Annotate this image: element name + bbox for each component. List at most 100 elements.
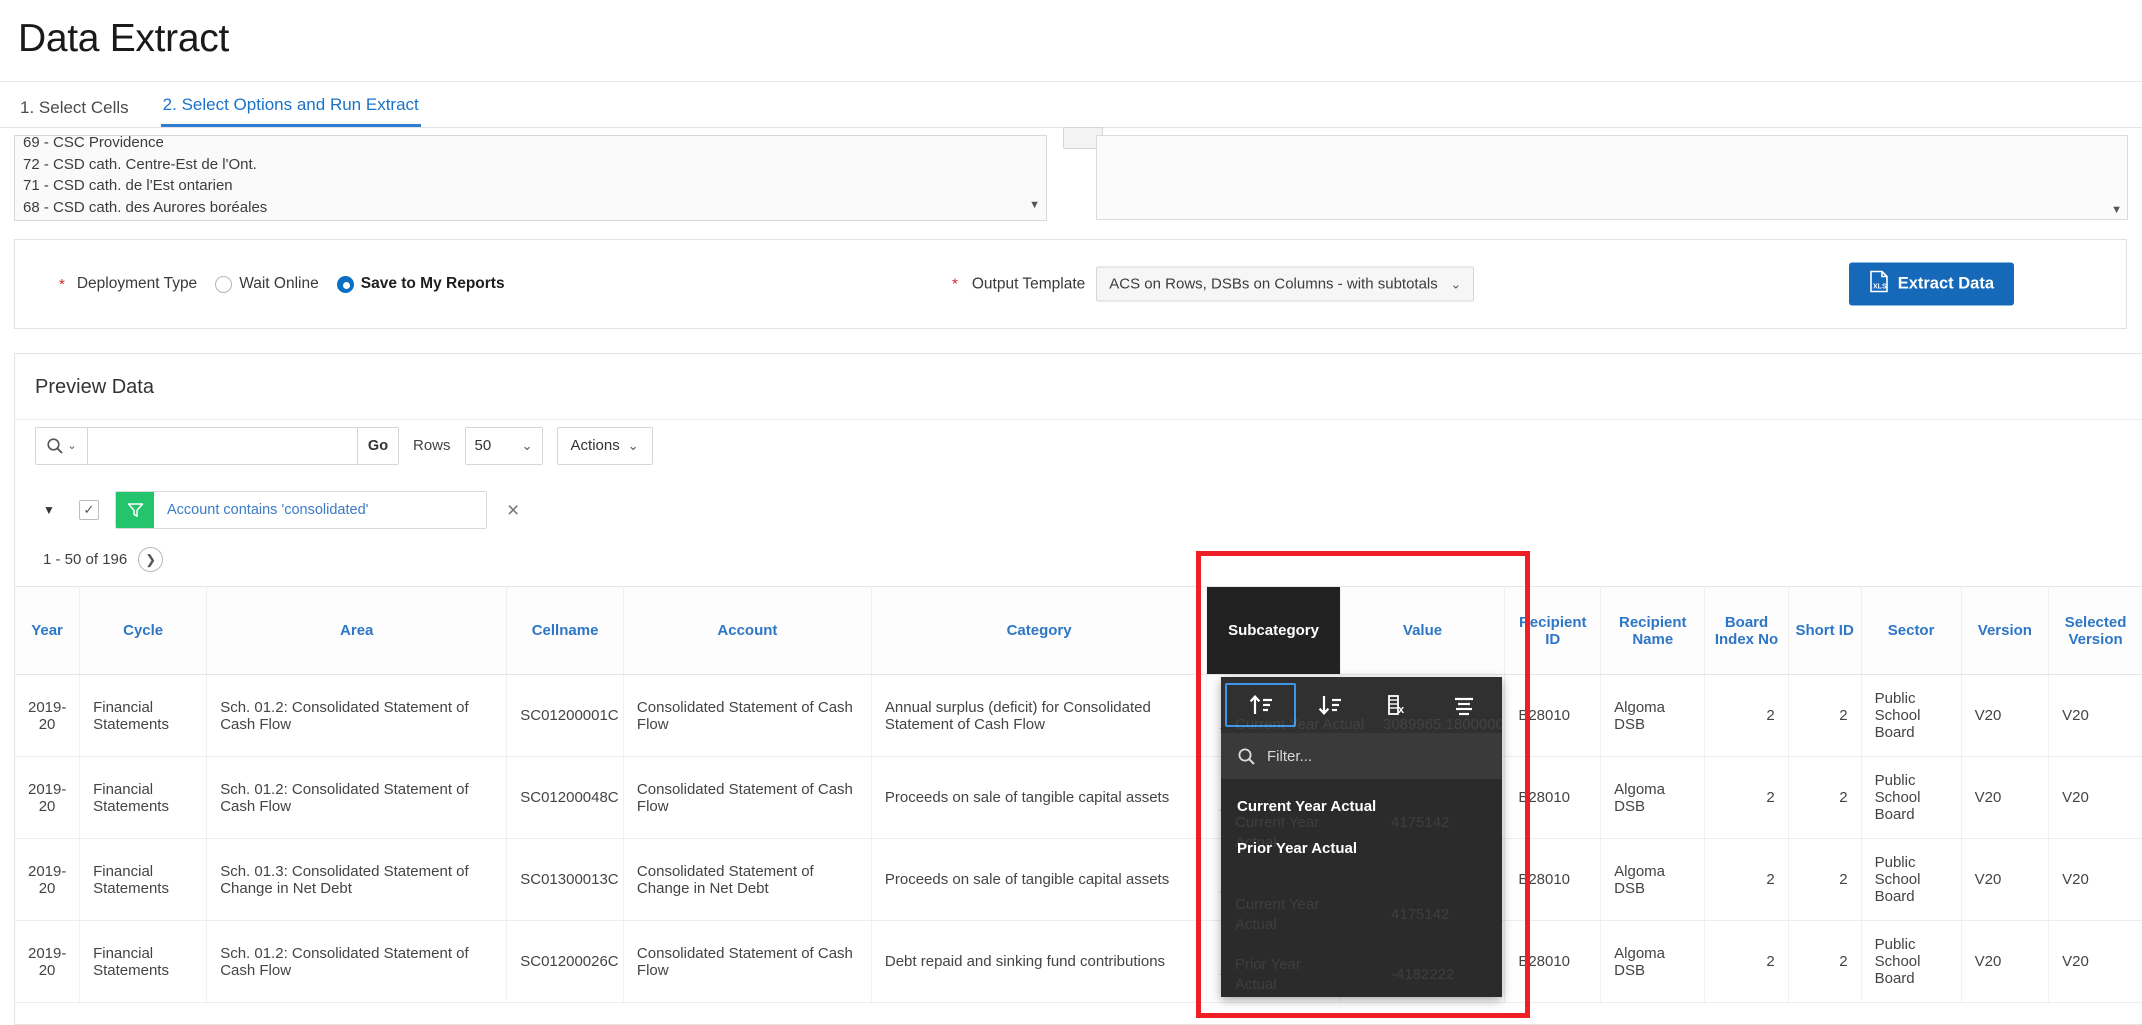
actions-menu-button[interactable]: Actions ⌄ (557, 427, 653, 465)
sort-ascending-icon[interactable] (1225, 683, 1296, 727)
col-header-selected-version[interactable]: Selected Version (2049, 587, 2142, 675)
cell-short-id: 2 (1788, 675, 1861, 757)
list-item[interactable]: 72 - CSD cath. Centre-Est de l'Ont. (23, 154, 1038, 176)
pagination: 1 - 50 of 196 ❯ (15, 533, 2142, 586)
rows-per-page-value: 50 (475, 437, 492, 454)
radio-button-icon[interactable] (215, 276, 232, 293)
required-marker: * (952, 276, 958, 293)
col-header-account[interactable]: Account (623, 587, 871, 675)
ghost-subcategory: Current Year Actual (1235, 895, 1345, 935)
table-row[interactable]: 2019-20 Financial Statements Sch. 01.2: … (15, 921, 2142, 1003)
list-item[interactable]: 71 - CSD cath. de l'Est ontarien (23, 175, 1038, 197)
report-toolbar: ⌄ Go Rows 50 ⌄ Actions ⌄ (15, 419, 2142, 471)
cell-selected-version: V20 (2049, 757, 2142, 839)
col-header-subcategory[interactable]: Subcategory (1207, 587, 1340, 675)
cell-year: 2019-20 (15, 675, 80, 757)
report-table: Year Cycle Area Cellname Account Categor… (15, 586, 2142, 1003)
next-page-icon[interactable]: ❯ (138, 547, 163, 572)
radio-wait-online[interactable]: Wait Online (215, 275, 319, 293)
cell-account: Consolidated Statement of Change in Net … (623, 839, 871, 921)
cell-selected-version: V20 (2049, 839, 2142, 921)
filter-enabled-checkbox[interactable]: ✓ (79, 500, 99, 520)
col-header-category[interactable]: Category (871, 587, 1206, 675)
col-header-cycle[interactable]: Cycle (80, 587, 207, 675)
col-header-cellname[interactable]: Cellname (507, 587, 624, 675)
radio-button-selected-icon[interactable] (337, 276, 354, 293)
search-input[interactable] (87, 427, 357, 465)
col-header-recipient-id[interactable]: Recipient ID (1505, 587, 1601, 675)
cell-short-id: 2 (1788, 757, 1861, 839)
xls-file-icon: XLS (1869, 271, 1889, 298)
hide-column-icon[interactable]: x (1364, 683, 1431, 727)
cell-recipient-name: Algoma DSB (1601, 757, 1705, 839)
popup-item-current-year-actual[interactable]: Current Year Actual (1221, 785, 1502, 827)
cell-recipient-id: B28010 (1505, 839, 1601, 921)
tab-select-cells[interactable]: 1. Select Cells (18, 98, 131, 127)
popup-filter-placeholder: Filter... (1267, 748, 1312, 765)
data-extract-page: Data Extract 1. Select Cells 2. Select O… (0, 0, 2142, 1025)
table-row[interactable]: 2019-20 Financial Statements Sch. 01.2: … (15, 675, 2142, 757)
remove-filter-icon[interactable]: × (507, 500, 519, 521)
cell-recipient-id: B28010 (1505, 757, 1601, 839)
radio-save-to-my-reports[interactable]: Save to My Reports (337, 275, 505, 293)
filter-chip[interactable]: Account contains 'consolidated' (115, 491, 487, 529)
list-item[interactable]: 68 - CSD cath. des Aurores boréales (23, 197, 1038, 219)
cell-year: 2019-20 (15, 839, 80, 921)
sort-descending-icon[interactable] (1296, 683, 1363, 727)
cell-cellname: SC01200001C (507, 675, 624, 757)
col-header-value[interactable]: Value (1340, 587, 1505, 675)
cell-board-index-no: 2 (1705, 921, 1788, 1003)
search-column-dropdown[interactable]: ⌄ (35, 427, 87, 465)
extract-data-button[interactable]: XLS Extract Data (1849, 263, 2014, 306)
rows-per-page-select[interactable]: 50 ⌄ (465, 427, 543, 465)
popup-value-list: Current Year Actual Prior Year Actual (1221, 779, 1502, 869)
col-header-recipient-name[interactable]: Recipient Name (1601, 587, 1705, 675)
table-row[interactable]: 2019-20 Financial Statements Sch. 01.3: … (15, 839, 2142, 921)
control-break-icon[interactable] (1431, 683, 1498, 727)
cell-sector: Public School Board (1861, 839, 1961, 921)
chevron-down-icon: ⌄ (628, 438, 639, 454)
extract-data-button-label: Extract Data (1898, 275, 1994, 294)
search-group: ⌄ Go (35, 427, 399, 465)
popup-item-prior-year-actual[interactable]: Prior Year Actual (1221, 827, 1502, 869)
cell-version: V20 (1961, 757, 2049, 839)
column-heading-popup[interactable]: Current Year Actual 3089965.180000007 Cu… (1221, 677, 1502, 997)
ghost-subcategory: Prior Year Actual (1235, 955, 1345, 995)
output-template-label: Output Template (972, 275, 1085, 293)
cell-recipient-id: B28010 (1505, 675, 1601, 757)
tab-select-options-and-run-extract[interactable]: 2. Select Options and Run Extract (161, 95, 421, 127)
cell-category: Annual surplus (deficit) for Consolidate… (871, 675, 1206, 757)
pagination-range: 1 - 50 of 196 (43, 551, 127, 568)
cell-cellname: SC01300013C (507, 839, 624, 921)
col-header-year[interactable]: Year (15, 587, 80, 675)
funnel-icon (116, 492, 154, 528)
output-template-select[interactable]: ACS on Rows, DSBs on Columns - with subt… (1096, 267, 1474, 302)
recipient-multiselect[interactable]: 69 - CSC Providence 72 - CSD cath. Centr… (14, 135, 1047, 221)
chevron-down-icon: ⌄ (67, 439, 76, 452)
col-header-short-id[interactable]: Short ID (1788, 587, 1861, 675)
go-button[interactable]: Go (357, 427, 399, 465)
cell-selected-version: V20 (2049, 921, 2142, 1003)
cell-account: Consolidated Statement of Cash Flow (623, 921, 871, 1003)
popup-filter-row[interactable]: Filter... (1221, 733, 1502, 779)
scroll-down-arrow-icon[interactable]: ▼ (1029, 195, 1040, 217)
svg-text:XLS: XLS (1873, 284, 1887, 291)
col-header-board-index-no[interactable]: Board Index No (1705, 587, 1788, 675)
scroll-down-arrow-icon[interactable]: ▼ (2111, 204, 2122, 216)
col-header-area[interactable]: Area (207, 587, 507, 675)
search-icon (1237, 747, 1256, 766)
wizard-tabbar: 1. Select Cells 2. Select Options and Ru… (0, 82, 2142, 128)
cell-sector: Public School Board (1861, 921, 1961, 1003)
table-row[interactable]: 2019-20 Financial Statements Sch. 01.2: … (15, 757, 2142, 839)
selected-items-box[interactable]: ▼ (1096, 135, 2128, 220)
output-template-group: * Output Template ACS on Rows, DSBs on C… (952, 267, 1474, 302)
search-icon (46, 437, 64, 455)
collapse-filters-caret-icon[interactable]: ▼ (43, 503, 79, 517)
col-header-sector[interactable]: Sector (1861, 587, 1961, 675)
preview-data-region: Preview Data ⌄ Go Rows 50 ⌄ Act (14, 353, 2142, 1025)
list-item[interactable]: 69 - CSC Providence (23, 135, 1038, 154)
cell-category: Debt repaid and sinking fund contributio… (871, 921, 1206, 1003)
radio-save-to-my-reports-label: Save to My Reports (361, 275, 505, 293)
cell-cycle: Financial Statements (80, 757, 207, 839)
col-header-version[interactable]: Version (1961, 587, 2049, 675)
